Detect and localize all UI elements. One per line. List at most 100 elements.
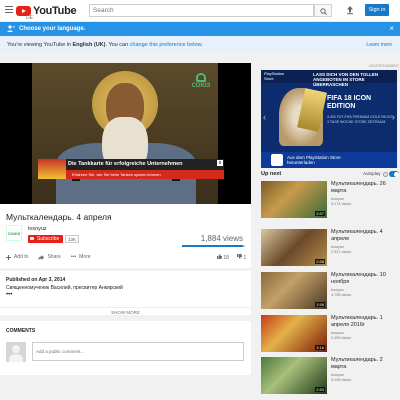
view-count: 1,884 views [200, 234, 243, 243]
masthead: YouTube DE Sign in [0, 0, 400, 22]
related-thumbnail[interactable]: 2:53 [261, 357, 327, 394]
comments-header: COMMENTS [6, 328, 36, 334]
search-button[interactable] [314, 4, 332, 17]
more-dots-icon: ••• [70, 254, 77, 260]
related-channel: tvsoyuz [331, 331, 344, 335]
related-thumbnail[interactable]: 2:55 [261, 272, 327, 309]
ad-prev-icon[interactable]: ‹ [263, 112, 266, 122]
overlay-ad-close-icon[interactable]: x [217, 160, 223, 166]
overlay-ad[interactable]: Die Tankkarte für erfolgreiche Unternehm… [38, 159, 224, 181]
search-icon [320, 7, 327, 15]
user-icon [7, 25, 15, 32]
search-input[interactable] [89, 4, 314, 17]
show-more-button[interactable]: SHOW MORE [0, 307, 251, 315]
comment-input[interactable] [32, 342, 244, 361]
share-button[interactable]: Share [38, 254, 61, 260]
video-duration: 2:55 [315, 302, 325, 307]
more-label: More [79, 254, 91, 260]
video-duration: 2:58 [315, 259, 325, 264]
ad-cta[interactable]: Aus dem PlayStation Store herunterladen [261, 152, 397, 168]
language-message-prefix: You're viewing YouTube in [7, 42, 73, 48]
channel-name[interactable]: tvsoyuz [28, 226, 47, 232]
related-meta: tvsoyuz 4,795 views [331, 288, 351, 297]
related-views: 3,198 views [331, 377, 352, 382]
related-video[interactable]: 2:53 Мультикалендарь. 2 марта tvsoyuz 3,1… [261, 357, 400, 397]
related-title[interactable]: Мультикалендарь. 10 ноября [331, 272, 399, 285]
related-title[interactable]: Мультикалендарь. 1 апреля 2016г [331, 315, 399, 328]
country-code: DE [26, 15, 33, 21]
signin-button[interactable]: Sign in [365, 4, 389, 16]
related-thumbnail[interactable]: 2:58 [261, 229, 327, 266]
related-title[interactable]: Мультикалендарь. 26 марта [331, 181, 399, 194]
soyuz-logo-icon [196, 73, 206, 82]
menu-icon[interactable] [5, 6, 13, 13]
related-views: 2,405 views [331, 335, 352, 340]
publish-date: Published on Apr 3, 2014 [6, 277, 66, 283]
description-ellipsis: ••• [6, 292, 13, 298]
learn-more-link[interactable]: Learn more [366, 42, 392, 48]
language-bar-body: You're viewing YouTube in English (UK). … [0, 36, 400, 53]
logo-wordmark: YouTube [33, 5, 77, 17]
ad-promo: 3.300 FUT-FIFA PREMIUM GOLD PACKS 3 TAGE… [327, 115, 393, 125]
related-views: 4,795 views [331, 292, 352, 297]
subscribe-button[interactable]: Subscribe [28, 235, 64, 243]
like-button[interactable]: 18 [217, 254, 229, 261]
up-next-header: Up next Autoplay i [259, 171, 399, 181]
related-title[interactable]: Мультикалендарь. 4 апреле [331, 229, 399, 242]
related-thumbnail[interactable]: 3:16 [261, 315, 327, 352]
language-message-mid: . You can [105, 42, 130, 48]
related-thumbnail[interactable]: 2:57 [261, 181, 327, 218]
overlay-ad-thumbnail [38, 159, 66, 179]
up-next-title: Up next [261, 171, 282, 177]
related-meta: tvsoyuz 3,198 views [331, 373, 351, 382]
ad-cta-text: Aus dem PlayStation Store herunterladen [287, 155, 341, 165]
ad-next-icon[interactable]: › [392, 112, 395, 122]
video-title: Мульткалендарь. 4 апреля [6, 212, 112, 222]
video-duration: 2:53 [315, 387, 325, 392]
add-to-button[interactable]: Add to [6, 254, 28, 260]
video-duration: 3:16 [315, 345, 325, 350]
language-bar-title: Choose your language. [19, 26, 86, 32]
subscriber-count: 13K [65, 235, 80, 243]
watermark-text: СОЮЗ [191, 83, 211, 89]
ad-promo-2: 3 TAGE WOCHE STORE ZEITRAUM [327, 120, 386, 124]
plus-icon [6, 254, 11, 260]
channel-watermark: СОЮЗ [189, 73, 213, 93]
ad-brand-line2: Store [264, 75, 274, 81]
related-channel: tvsoyuz [331, 197, 344, 201]
ad-banner[interactable]: PlayStation Store LASS DICH VON DEN TOLL… [261, 70, 397, 168]
playstation-logo: PlayStation Store [264, 71, 284, 81]
sidebar-ad[interactable]: ADVERTISEMENT PlayStation Store LASS DIC… [259, 64, 399, 168]
change-language-link[interactable]: change this preference below [130, 42, 202, 48]
info-icon[interactable]: i [383, 171, 388, 177]
description-text: Священномученик Василий, пресвитер Анкир… [6, 285, 123, 291]
thumbs-down-icon [236, 254, 242, 259]
video-player[interactable]: СОЮЗ [0, 63, 251, 204]
close-icon[interactable]: × [389, 24, 394, 33]
dislike-button[interactable]: 1 [236, 254, 247, 261]
related-title[interactable]: Мультикалендарь. 2 марта [331, 357, 399, 370]
channel-avatar[interactable]: СОЮЗ [6, 225, 22, 241]
related-video[interactable]: 2:57 Мультикалендарь. 26 марта tvsoyuz 3,… [261, 181, 400, 221]
dislike-count: 1 [243, 255, 247, 261]
ps-store-icon [271, 154, 283, 166]
user-avatar [6, 342, 26, 362]
related-video[interactable]: 2:58 Мультикалендарь. 4 апреле tvsoyuz 2,… [261, 229, 400, 269]
ad-headline: LASS DICH VON DEN TOLLEN ANGEBOTEN IM ST… [313, 72, 379, 87]
add-to-label: Add to [14, 254, 29, 260]
upload-icon[interactable] [345, 5, 355, 15]
comments-section: COMMENTS [0, 321, 251, 375]
like-dislike-bar [182, 245, 245, 247]
autoplay-toggle[interactable] [389, 171, 399, 177]
like-count: 18 [223, 255, 229, 261]
related-channel: tvsoyuz [331, 245, 344, 249]
current-language: English (UK) [72, 42, 106, 48]
more-button[interactable]: ••• More [71, 254, 91, 260]
related-video[interactable]: 2:55 Мультикалендарь. 10 ноября tvsoyuz 4… [261, 272, 400, 312]
action-buttons: Add to Share ••• More [6, 254, 90, 260]
video-description: Published on Apr 3, 2014 Священномученик… [0, 271, 251, 315]
language-bar-header: Choose your language. × [0, 22, 400, 36]
related-video[interactable]: 3:16 Мультикалендарь. 1 апреля 2016г tvs… [261, 315, 400, 355]
related-views: 2,321 views [331, 249, 352, 254]
related-meta: tvsoyuz 2,321 views [331, 245, 351, 254]
